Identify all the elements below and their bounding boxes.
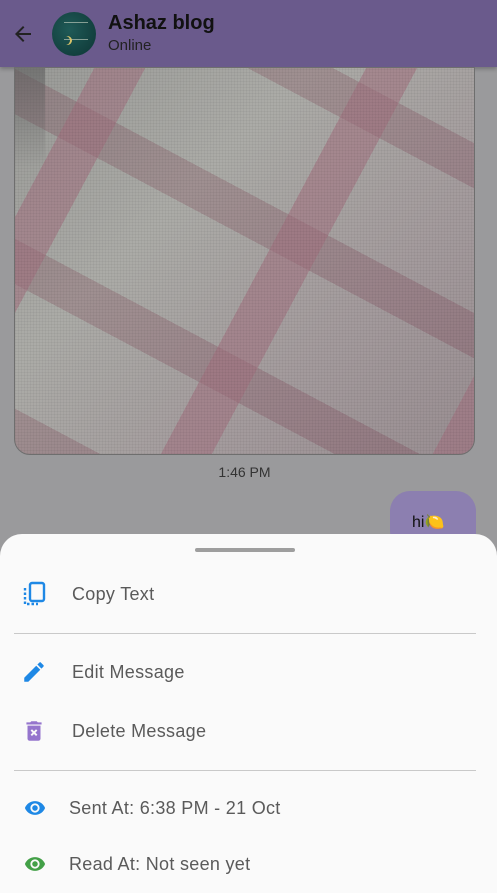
- read-at-label: Read At: Not seen yet: [69, 853, 251, 874]
- arrow-back-icon: [15, 25, 31, 42]
- moon-icon: [61, 36, 70, 45]
- divider: [14, 633, 476, 634]
- message-text: hi🍋: [412, 514, 445, 531]
- back-button[interactable]: [0, 0, 46, 67]
- message-timestamp: 1:46 PM: [218, 464, 271, 480]
- pencil-icon: [21, 659, 47, 685]
- copy-icon: [21, 581, 47, 607]
- copy-text-option[interactable]: Copy Text: [0, 569, 497, 619]
- sent-at-label: Sent At: 6:38 PM - 21 Oct: [69, 797, 281, 818]
- sent-at-info: Sent At: 6:38 PM - 21 Oct: [0, 783, 497, 833]
- chat-title: Ashaz blog: [108, 12, 215, 34]
- trash-icon: [21, 718, 47, 744]
- divider: [14, 770, 476, 771]
- drag-handle[interactable]: [195, 548, 295, 552]
- eye-icon: [21, 795, 49, 821]
- edit-message-option[interactable]: Edit Message: [0, 647, 497, 697]
- chat-header-titles[interactable]: Ashaz blog Online: [108, 11, 215, 56]
- delete-message-option[interactable]: Delete Message: [0, 706, 497, 756]
- image-texture: [15, 68, 474, 454]
- edit-message-label: Edit Message: [72, 661, 185, 682]
- avatar[interactable]: [52, 11, 96, 56]
- delete-message-label: Delete Message: [72, 720, 207, 741]
- copy-text-label: Copy Text: [72, 583, 155, 604]
- chat-status: Online: [108, 37, 152, 54]
- read-at-info: Read At: Not seen yet: [0, 839, 497, 889]
- image-message[interactable]: [14, 67, 475, 455]
- image-shadow: [15, 68, 45, 168]
- eye-icon: [21, 851, 49, 877]
- app-bar: Ashaz blog Online: [0, 0, 497, 67]
- message-options-sheet: Copy Text Edit Message Delete Message Se…: [0, 534, 497, 893]
